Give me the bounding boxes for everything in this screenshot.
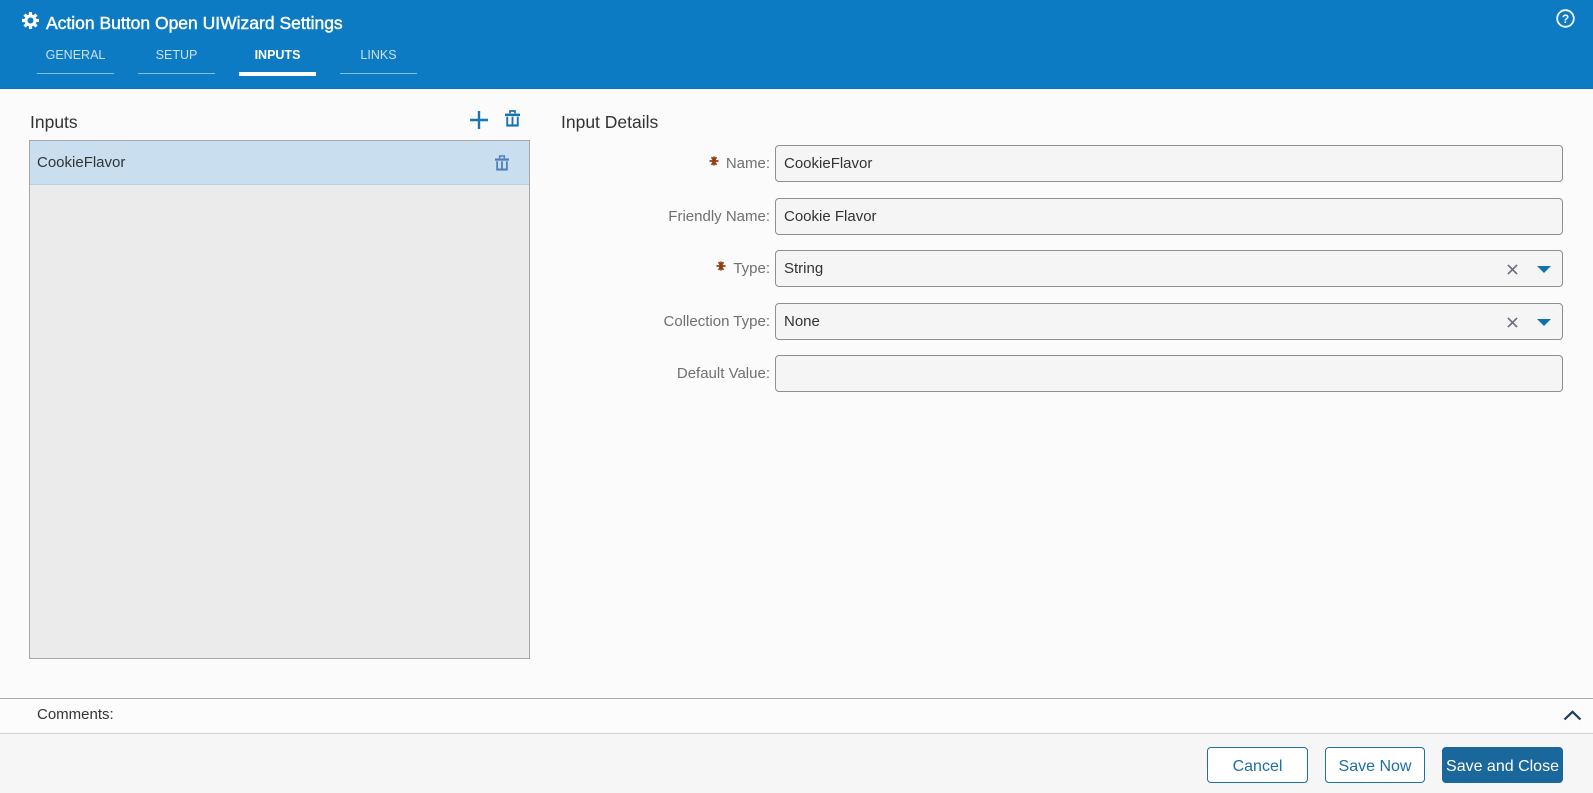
svg-text:?: ? <box>1562 12 1569 26</box>
